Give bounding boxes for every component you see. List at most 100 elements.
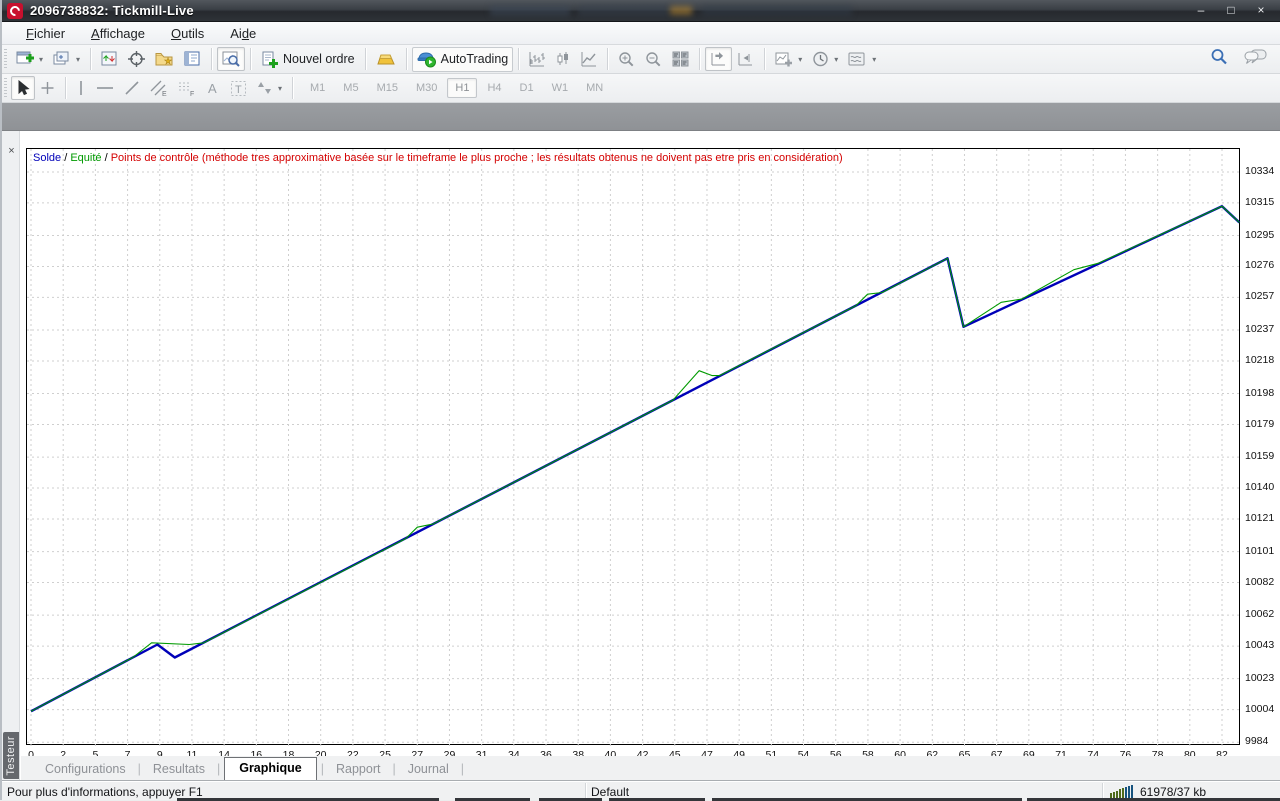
timeframe-h1[interactable]: H1 (447, 78, 478, 98)
timeframe-h4[interactable]: H4 (479, 78, 509, 98)
toolbar-separator (90, 48, 92, 70)
autotrading-button[interactable]: AutoTrading (411, 46, 514, 72)
tester-vertical-tab[interactable]: Testeur (3, 732, 19, 779)
svg-text:T: T (235, 84, 242, 96)
navigator-button[interactable] (123, 47, 150, 71)
status-bar: Pour plus d'informations, appuyer F1 Def… (2, 780, 1280, 801)
application-window: { "window": { "title": "2096738832: Tick… (0, 0, 1280, 801)
label-tool-button[interactable]: T (225, 76, 252, 101)
backtest-chart: Solde / Equité / Points de contrôle (mét… (26, 148, 1241, 746)
chevron-down-icon: ▾ (278, 83, 283, 93)
y-tick-label: 10334 (1245, 164, 1275, 177)
profiles-icon (53, 51, 69, 65)
new-order-icon (262, 51, 279, 68)
tab-rapport[interactable]: Rapport (326, 759, 390, 780)
trendline-button[interactable] (119, 76, 145, 100)
y-tick-label: 10004 (1245, 702, 1275, 715)
profiles-button[interactable]: ▾ (48, 47, 85, 71)
gold-bar-icon (376, 54, 395, 64)
folder-star-icon: ★ (155, 53, 173, 66)
nouvel-ordre-button[interactable]: Nouvel ordre (256, 47, 360, 72)
market-watch-button[interactable] (96, 47, 123, 71)
horizontal-line-button[interactable] (91, 76, 119, 100)
text-label-icon: T (231, 80, 246, 96)
indicators-button[interactable]: ▾ (770, 47, 807, 71)
y-axis-labels: 9984 10004 10023 10043 10062 10082 10101 10121 1… (1245, 148, 1280, 748)
toolbar-separator (699, 48, 701, 70)
indicators-icon (775, 52, 793, 67)
arrows-tool-button[interactable]: ▾ (252, 76, 287, 100)
chevron-down-icon: ▾ (798, 54, 803, 64)
zoom-out-button[interactable] (640, 47, 667, 71)
timeframe-d1[interactable]: D1 (512, 78, 542, 98)
tab-configurations[interactable]: Configurations (35, 759, 136, 780)
ghost-artifact (670, 6, 692, 15)
tab-journal[interactable]: Journal (398, 759, 459, 780)
connection-bars-icon[interactable] (1110, 785, 1133, 798)
templates-button[interactable]: ▾ (843, 47, 881, 71)
fibonacci-button[interactable]: F (173, 76, 201, 101)
chat-icon[interactable] (1244, 49, 1268, 66)
menu-bar: Fichier Affichage Outils Aide (2, 22, 1280, 45)
trendline-icon (125, 81, 139, 95)
menu-affichage[interactable]: Affichage (79, 24, 157, 43)
search-icon[interactable] (1210, 48, 1228, 66)
template-icon (848, 52, 865, 66)
menu-fichier[interactable]: Fichier (14, 24, 77, 43)
timeframe-w1[interactable]: W1 (544, 78, 577, 98)
bar-chart-icon (529, 52, 546, 67)
equity-curve-plot (27, 149, 1241, 746)
candlestick-button[interactable] (550, 47, 576, 71)
title-bar: 2096738832: Tickmill-Live – □ × (2, 0, 1280, 22)
tab-separator: | (320, 762, 324, 776)
app-logo-icon (7, 3, 23, 19)
menu-aide[interactable]: Aide (218, 24, 268, 43)
zoom-in-button[interactable] (613, 47, 640, 71)
tab-separator: | (137, 762, 141, 776)
timeframe-m5[interactable]: M5 (335, 78, 366, 98)
timeframe-mn[interactable]: MN (578, 78, 611, 98)
tester-close-button[interactable]: × (5, 145, 18, 158)
cursor-tool-button[interactable] (11, 76, 35, 100)
timeframe-m15[interactable]: M15 (369, 78, 406, 98)
text-tool-button[interactable]: A (201, 76, 225, 100)
zoom-out-icon (646, 52, 661, 67)
new-chart-button[interactable]: ▾ (11, 47, 48, 71)
terminal-button[interactable] (179, 47, 206, 71)
history-center-button[interactable] (371, 48, 401, 71)
y-tick-label: 10023 (1245, 671, 1275, 684)
vertical-line-button[interactable] (71, 76, 91, 100)
svg-text:★: ★ (164, 56, 172, 66)
line-chart-button[interactable] (576, 47, 602, 71)
maximize-button[interactable]: □ (1218, 2, 1244, 19)
toolbar-separator (65, 77, 66, 99)
tab-graphique[interactable]: Graphique (224, 757, 317, 780)
toolbar-grip (4, 78, 7, 98)
status-separator (1102, 783, 1103, 798)
tester-tabs: Configurations | Resultats | Graphique | Rappo… (21, 756, 1280, 780)
menu-outils[interactable]: Outils (159, 24, 216, 43)
periods-button[interactable]: ▾ (807, 47, 843, 71)
crosshair-icon (128, 51, 146, 67)
channel-button[interactable]: E (145, 76, 173, 101)
close-button[interactable]: × (1248, 2, 1274, 19)
market-watch-icon (101, 51, 117, 66)
chart-shift-button[interactable] (732, 47, 759, 71)
tab-resultats[interactable]: Resultats (143, 759, 215, 780)
status-profile[interactable]: Default (591, 785, 629, 799)
ghost-artifact (578, 5, 670, 16)
chevron-down-icon: ▾ (39, 54, 44, 64)
crosshair-tool-button[interactable] (35, 76, 60, 100)
timeframe-m30[interactable]: M30 (408, 78, 445, 98)
y-tick-label: 10140 (1245, 481, 1275, 494)
y-tick-label: 10159 (1245, 450, 1275, 463)
ghost-artifact (490, 5, 570, 16)
timeframe-m1[interactable]: M1 (302, 78, 333, 98)
minimize-button[interactable]: – (1188, 2, 1214, 19)
strategy-tester-button[interactable] (217, 47, 246, 71)
favorites-button[interactable]: ★ (150, 47, 179, 71)
toolbar-separator (250, 48, 252, 70)
autoscroll-button[interactable] (705, 47, 733, 71)
bar-chart-button[interactable] (524, 47, 550, 71)
tile-windows-button[interactable] (667, 47, 694, 71)
